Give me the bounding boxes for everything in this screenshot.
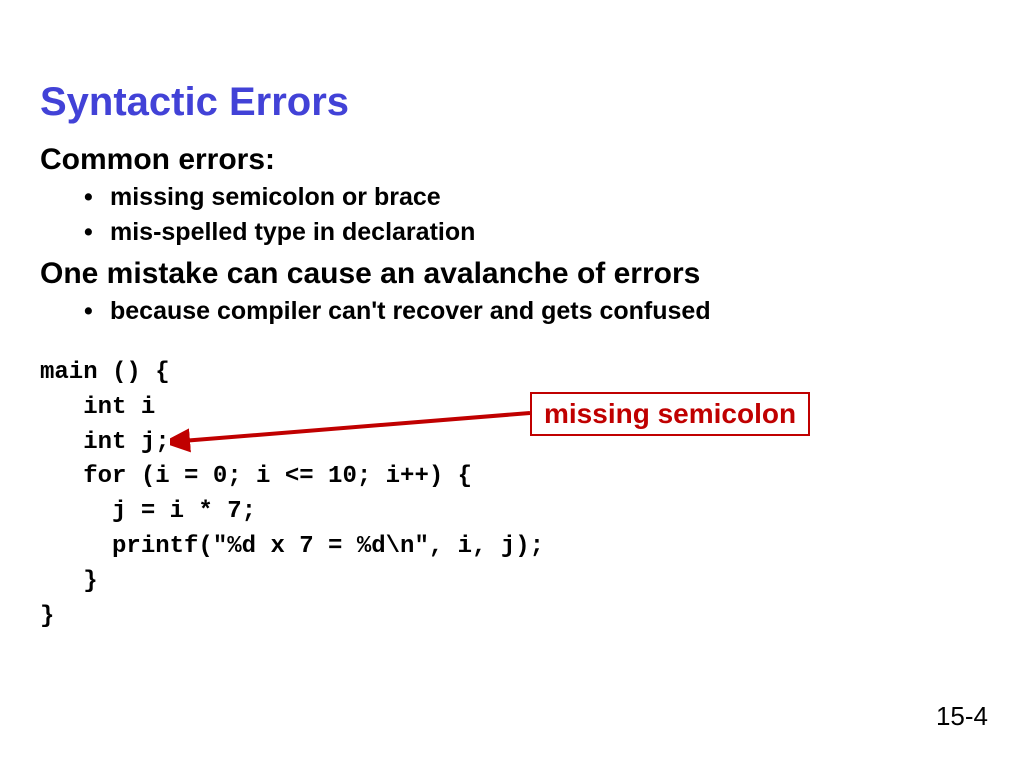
common-errors-heading: Common errors: — [40, 143, 984, 177]
list-item: missing semicolon or brace — [110, 183, 984, 212]
list-item: mis-spelled type in declaration — [110, 218, 984, 247]
list-item: because compiler can't recover and gets … — [110, 297, 984, 326]
slide: Syntactic Errors Common errors: missing … — [0, 0, 1024, 768]
page-number: 15-4 — [936, 701, 988, 732]
common-errors-list: missing semicolon or brace mis-spelled t… — [40, 183, 984, 247]
code-block: main () { int i int j; for (i = 0; i <= … — [40, 356, 984, 634]
avalanche-heading: One mistake can cause an avalanche of er… — [40, 257, 984, 291]
callout-label: missing semicolon — [530, 392, 810, 436]
avalanche-list: because compiler can't recover and gets … — [40, 297, 984, 326]
slide-title: Syntactic Errors — [40, 80, 984, 125]
